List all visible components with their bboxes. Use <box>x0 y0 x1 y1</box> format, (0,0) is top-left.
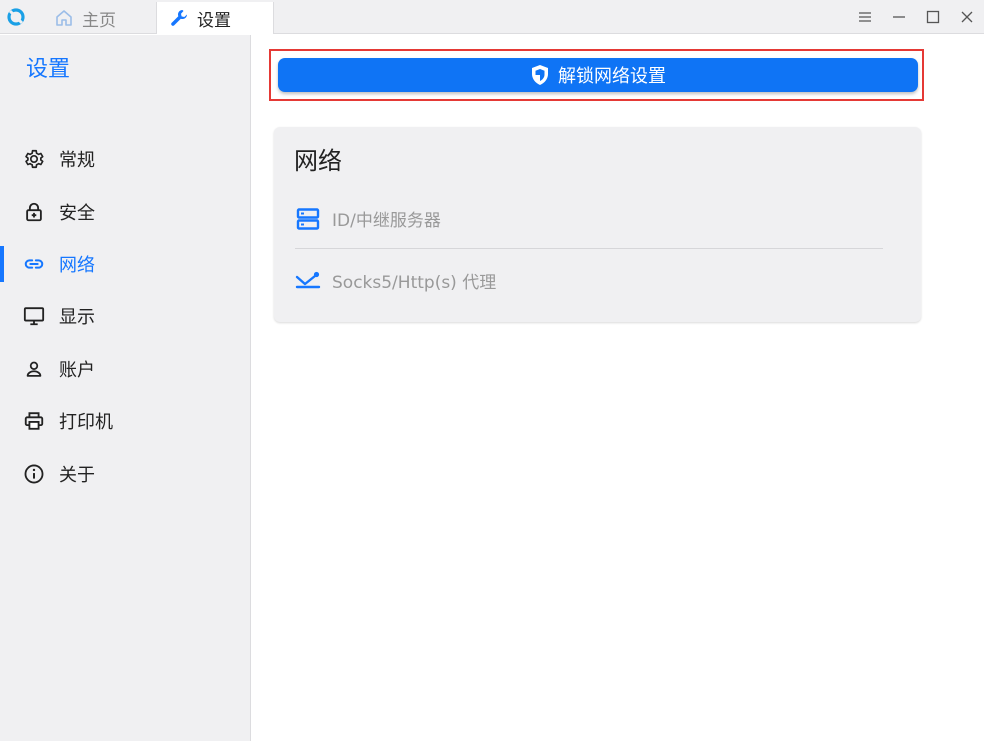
sidebar-nav: 常规 安全 网络 显示 账户 打印机 关于 <box>0 133 250 500</box>
minimize-icon[interactable] <box>882 0 916 34</box>
printer-icon <box>22 409 46 433</box>
server-settings-row[interactable]: ID/中继服务器 <box>295 189 883 249</box>
monitor-icon <box>22 304 46 328</box>
sidebar-item-label: 显示 <box>59 307 95 329</box>
main-content: 解锁网络设置 网络 ID/中继服务器 Socks5/Http(s) 代理 <box>252 35 984 741</box>
info-icon <box>22 462 46 486</box>
menu-icon[interactable] <box>848 0 882 34</box>
home-icon <box>54 8 74 28</box>
maximize-icon[interactable] <box>916 0 950 34</box>
wrench-icon <box>169 8 189 28</box>
window-controls <box>848 0 984 34</box>
sidebar-item-label: 安全 <box>59 202 95 224</box>
sidebar-item-about[interactable]: 关于 <box>0 447 250 499</box>
sidebar-item-general[interactable]: 常规 <box>0 133 250 185</box>
sidebar-item-network[interactable]: 网络 <box>0 238 250 290</box>
network-card: 网络 ID/中继服务器 Socks5/Http(s) 代理 <box>274 127 921 322</box>
sidebar-item-label: 网络 <box>59 254 95 276</box>
network-card-title: 网络 <box>294 147 342 175</box>
proxy-settings-row[interactable]: Socks5/Http(s) 代理 <box>295 250 883 310</box>
sidebar-title: 设置 <box>26 57 71 82</box>
title-bar: 主页 设置 <box>0 0 984 34</box>
sidebar-item-account[interactable]: 账户 <box>0 343 250 395</box>
sidebar-item-label: 打印机 <box>59 412 113 434</box>
sidebar: 设置 常规 安全 网络 显示 账户 打印机 关于 <box>0 35 251 741</box>
tab-settings[interactable]: 设置 <box>156 2 274 34</box>
sidebar-item-display[interactable]: 显示 <box>0 290 250 342</box>
unlock-button-label: 解锁网络设置 <box>558 66 666 87</box>
server-settings-label: ID/中继服务器 <box>332 211 441 231</box>
unlock-highlight-frame: 解锁网络设置 <box>269 49 924 101</box>
sidebar-item-label: 常规 <box>59 150 95 172</box>
tab-home-label: 主页 <box>82 10 116 31</box>
sidebar-item-label: 账户 <box>59 359 95 381</box>
app-logo-icon <box>6 7 26 27</box>
lock-icon <box>22 200 46 224</box>
tab-home[interactable]: 主页 <box>52 2 152 34</box>
proxy-icon <box>295 268 321 292</box>
unlock-network-settings-button[interactable]: 解锁网络设置 <box>278 58 918 92</box>
tab-settings-label: 设置 <box>197 10 231 31</box>
user-icon <box>22 357 46 381</box>
proxy-settings-label: Socks5/Http(s) 代理 <box>332 272 497 293</box>
shield-icon <box>530 64 550 86</box>
close-icon[interactable] <box>950 0 984 34</box>
gear-icon <box>22 147 46 171</box>
sidebar-item-label: 关于 <box>59 464 95 486</box>
sidebar-item-printer[interactable]: 打印机 <box>0 395 250 447</box>
link-icon <box>22 252 46 276</box>
sidebar-item-security[interactable]: 安全 <box>0 185 250 237</box>
server-icon <box>295 207 321 231</box>
